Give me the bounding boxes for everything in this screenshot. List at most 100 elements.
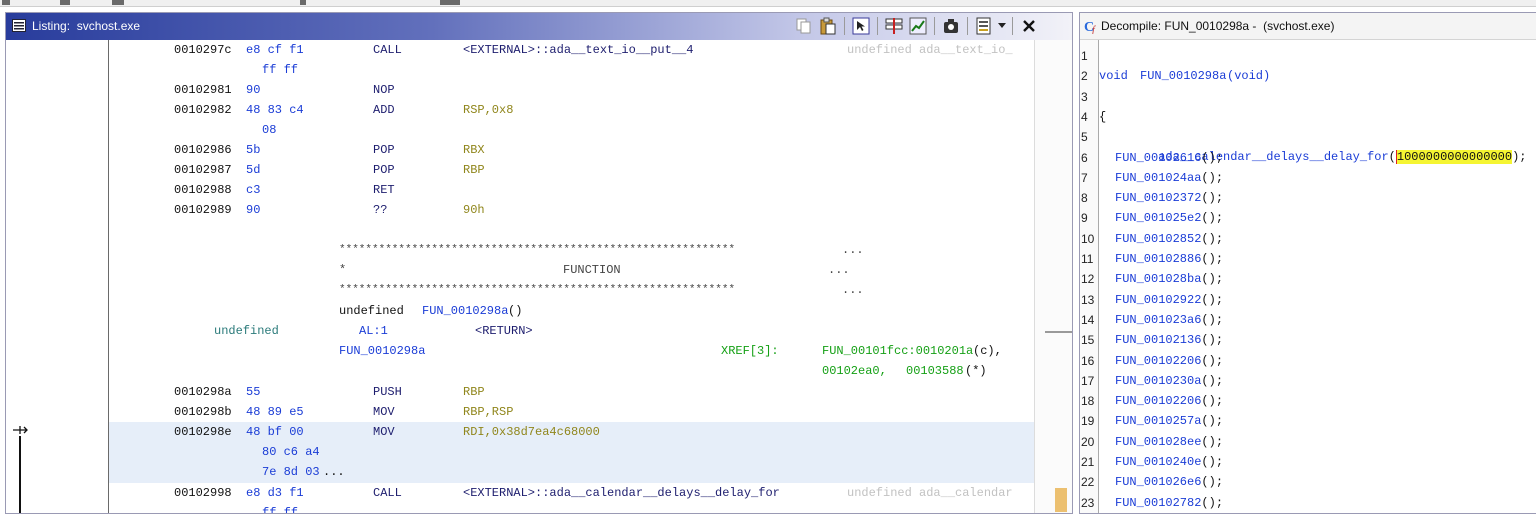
address[interactable]: 00102988: [174, 180, 232, 200]
function-call[interactable]: FUN_00102206: [1115, 394, 1201, 408]
call-line[interactable]: FUN_00102922();: [1115, 290, 1223, 310]
call-line[interactable]: FUN_00102616();: [1115, 148, 1223, 168]
function-call[interactable]: FUN_001025e2: [1115, 211, 1201, 225]
field-edit-icon[interactable]: [883, 15, 905, 37]
bytes: ff ff: [262, 63, 299, 77]
function-call[interactable]: FUN_00102782: [1115, 496, 1201, 510]
function-call[interactable]: FUN_00102206: [1115, 354, 1201, 368]
call-line[interactable]: FUN_00102372();: [1115, 188, 1223, 208]
call-parens: ();: [1201, 170, 1224, 185]
call-line[interactable]: FUN_00102886();: [1115, 249, 1223, 269]
call-line[interactable]: FUN_001026e6();: [1115, 472, 1223, 492]
function-call[interactable]: FUN_00102886: [1115, 252, 1201, 266]
call-line[interactable]: FUN_0010230a();: [1115, 371, 1223, 391]
call-line[interactable]: FUN_001023a6();: [1115, 310, 1223, 330]
call-line[interactable]: FUN_00102852();: [1115, 229, 1223, 249]
line-number: 14: [1081, 312, 1095, 327]
close-icon[interactable]: [1018, 15, 1040, 37]
bytes: 90: [246, 203, 261, 217]
function-call[interactable]: FUN_001028ee: [1115, 435, 1201, 449]
listing-gutter: [6, 40, 108, 513]
listing-code[interactable]: 0010297c e8 cf f1 CALL <EXTERNAL>::ada__…: [109, 40, 1034, 513]
paste-icon[interactable]: [817, 15, 839, 37]
address[interactable]: 00102986: [174, 140, 232, 160]
mnemonic[interactable]: MOV: [373, 402, 395, 422]
operand[interactable]: RSP,0x8: [463, 100, 513, 120]
operand[interactable]: <EXTERNAL>::ada__calendar__delays__delay…: [463, 483, 780, 503]
mnemonic[interactable]: POP: [373, 160, 395, 180]
cursor-select-icon[interactable]: [850, 15, 872, 37]
xref-link[interactable]: 00103588: [906, 361, 964, 381]
mnemonic[interactable]: ??: [373, 200, 387, 220]
call-line[interactable]: FUN_00102206();: [1115, 351, 1223, 371]
bytes: 90: [246, 83, 261, 97]
line-number: 20: [1081, 434, 1095, 449]
decompile-code[interactable]: void FUN_0010298a (void) { ada__calendar…: [1099, 40, 1536, 513]
signature-function-name[interactable]: FUN_0010298a: [1140, 66, 1226, 86]
mnemonic[interactable]: ADD: [373, 100, 395, 120]
function-call[interactable]: FUN_00102852: [1115, 232, 1201, 246]
display-options-icon[interactable]: [973, 15, 995, 37]
mnemonic[interactable]: PUSH: [373, 382, 402, 402]
address[interactable]: 00102982: [174, 100, 232, 120]
bytes: 7e 8d 03: [262, 465, 320, 479]
signature-function-name[interactable]: FUN_0010298a: [422, 301, 508, 321]
address[interactable]: 0010298b: [174, 402, 232, 422]
line-number: 6: [1081, 150, 1088, 165]
address[interactable]: 0010298e: [174, 422, 232, 442]
mnemonic[interactable]: MOV: [373, 422, 395, 442]
call-line[interactable]: FUN_001028ba();: [1115, 269, 1223, 289]
call-line[interactable]: FUN_00102136();: [1115, 330, 1223, 350]
function-call[interactable]: FUN_001028ba: [1115, 272, 1201, 286]
operand[interactable]: 90h: [463, 200, 485, 220]
dropdown-icon[interactable]: [997, 15, 1007, 37]
call-line[interactable]: FUN_00102782();: [1115, 493, 1223, 513]
mnemonic[interactable]: POP: [373, 140, 395, 160]
address[interactable]: 0010297c: [174, 40, 232, 60]
call-line[interactable]: FUN_001024aa();: [1115, 168, 1223, 188]
function-call[interactable]: FUN_001024aa: [1115, 171, 1201, 185]
line-number: 3: [1081, 89, 1088, 104]
operand[interactable]: RDI,0x38d7ea4c68000: [463, 422, 600, 442]
graph-icon[interactable]: [907, 15, 929, 37]
call-line[interactable]: FUN_0010240e();: [1115, 452, 1223, 472]
address[interactable]: 0010298a: [174, 382, 232, 402]
function-call[interactable]: FUN_00102616: [1115, 151, 1201, 165]
operand[interactable]: RBP: [463, 382, 485, 402]
function-call[interactable]: FUN_001023a6: [1115, 313, 1201, 327]
operand[interactable]: <EXTERNAL>::ada__text_io__put__4: [463, 40, 693, 60]
mnemonic[interactable]: NOP: [373, 80, 395, 100]
function-call[interactable]: FUN_00102136: [1115, 333, 1201, 347]
operand[interactable]: RBP: [463, 160, 485, 180]
call-line[interactable]: FUN_001025e2();: [1115, 208, 1223, 228]
snapshot-icon[interactable]: [940, 15, 962, 37]
operand[interactable]: RBP,RSP: [463, 402, 513, 422]
address[interactable]: 00102981: [174, 80, 232, 100]
call-line[interactable]: FUN_0010257a();: [1115, 411, 1223, 431]
function-call[interactable]: FUN_0010230a: [1115, 374, 1201, 388]
copy-icon[interactable]: [793, 15, 815, 37]
call-parens: ();: [1201, 252, 1224, 266]
listing-titlebar: Listing: svchost.exe: [6, 13, 1072, 40]
function-call[interactable]: FUN_00102922: [1115, 293, 1201, 307]
function-call[interactable]: FUN_0010257a: [1115, 414, 1201, 428]
function-call[interactable]: FUN_00102372: [1115, 191, 1201, 205]
mnemonic[interactable]: RET: [373, 180, 395, 200]
address[interactable]: 00102989: [174, 200, 232, 220]
mnemonic[interactable]: CALL: [373, 483, 402, 503]
function-call[interactable]: FUN_0010240e: [1115, 455, 1201, 469]
function-label[interactable]: FUN_0010298a: [339, 341, 425, 361]
function-call[interactable]: FUN_001026e6: [1115, 475, 1201, 489]
address[interactable]: 00102987: [174, 160, 232, 180]
header-function-label: FUNCTION: [563, 263, 621, 277]
mnemonic[interactable]: CALL: [373, 40, 402, 60]
xref-link[interactable]: 00102ea0,: [822, 361, 887, 381]
address[interactable]: 00102998: [174, 483, 232, 503]
call-line[interactable]: FUN_00102206();: [1115, 391, 1223, 411]
listing-overview-bar[interactable]: [1034, 40, 1072, 513]
line-number: 8: [1081, 191, 1088, 206]
operand[interactable]: RBX: [463, 140, 485, 160]
signature-return-type: undefined: [339, 304, 412, 318]
xref-link[interactable]: FUN_00101fcc:0010201a: [822, 341, 973, 361]
call-line[interactable]: FUN_001028ee();: [1115, 432, 1223, 452]
